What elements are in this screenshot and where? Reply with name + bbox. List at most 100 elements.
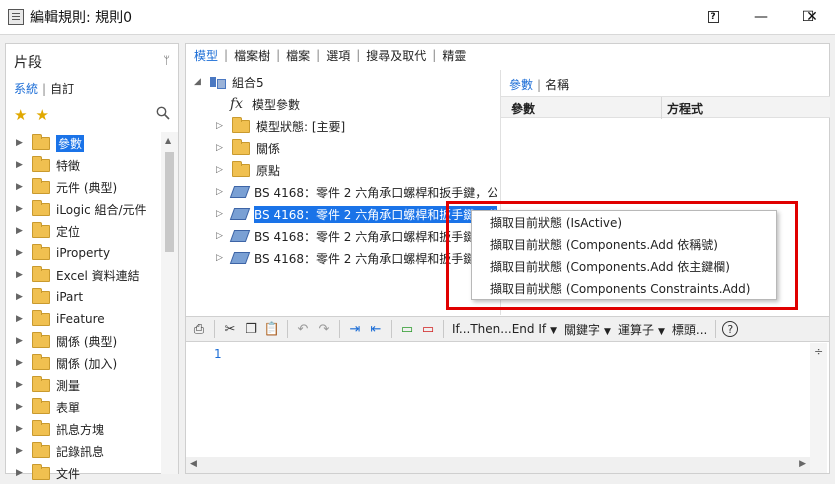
folder-icon bbox=[32, 441, 50, 458]
tab-files[interactable]: 檔案 bbox=[286, 47, 310, 64]
outdent-icon[interactable]: ⇤ bbox=[367, 320, 385, 338]
tab-model[interactable]: 模型 bbox=[194, 47, 218, 64]
main-tabs: 模型 | 檔案樹 | 檔案 | 選項 | 搜尋及取代 | 精靈 bbox=[194, 47, 467, 64]
comment-icon[interactable]: ▭ bbox=[398, 320, 416, 338]
star-add-icon[interactable]: ★ bbox=[35, 106, 56, 124]
cut-icon[interactable]: ✂ bbox=[221, 320, 239, 338]
snippet-item[interactable]: ▶ 定位 bbox=[6, 220, 161, 242]
keywords-dropdown[interactable]: 關鍵字 ▼ bbox=[562, 321, 613, 338]
editor-vertical-scrollbar[interactable]: ÷ bbox=[810, 343, 827, 473]
scroll-up-icon[interactable]: ▲ bbox=[165, 136, 171, 145]
split-icon[interactable]: ÷ bbox=[814, 345, 823, 358]
chevron-down-icon[interactable]: ◢ bbox=[194, 77, 210, 87]
chevron-right-icon[interactable]: ▶ bbox=[16, 424, 32, 434]
chevron-right-icon[interactable]: ▶ bbox=[16, 468, 32, 478]
tab-names[interactable]: 名稱 bbox=[545, 78, 569, 92]
code-editor[interactable]: 1 ÷ ◀ ▶ bbox=[186, 343, 829, 473]
tree-node[interactable]: fx 模型參數 bbox=[230, 94, 300, 114]
folder-icon bbox=[32, 287, 50, 304]
chevron-right-icon[interactable]: ▶ bbox=[16, 358, 32, 368]
folder-icon bbox=[32, 243, 50, 260]
scroll-right-icon[interactable]: ▶ bbox=[799, 459, 806, 469]
chevron-right-icon[interactable]: ▶ bbox=[16, 336, 32, 346]
snippet-item[interactable]: ▶ 測量 bbox=[6, 374, 161, 396]
snippet-item[interactable]: ▶ 記錄訊息 bbox=[6, 440, 161, 462]
chevron-right-icon[interactable]: ▶ bbox=[16, 314, 32, 324]
favorites-toolbar: ★★ bbox=[14, 106, 57, 124]
chevron-right-icon[interactable]: ▶ bbox=[16, 160, 32, 170]
snippet-item[interactable]: ▶ iFeature bbox=[6, 308, 161, 330]
ifthen-dropdown[interactable]: If...Then...End If ▼ bbox=[450, 322, 559, 336]
chevron-right-icon[interactable]: ▷ bbox=[216, 121, 232, 131]
tab-search-replace[interactable]: 搜尋及取代 bbox=[366, 47, 426, 64]
tab-wizards[interactable]: 精靈 bbox=[442, 47, 466, 64]
snippets-tabs: 系統 | 自訂 bbox=[14, 82, 75, 96]
folder-icon bbox=[32, 463, 50, 480]
snippet-item[interactable]: ▶ 文件 bbox=[6, 462, 161, 484]
editor-horizontal-scrollbar[interactable]: ◀ ▶ bbox=[186, 457, 810, 473]
tree-node[interactable]: ▷ 關係 bbox=[216, 138, 280, 158]
snippet-item[interactable]: ▶ Excel 資料連結 bbox=[6, 264, 161, 286]
title-button[interactable]: 標頭... bbox=[670, 321, 709, 338]
part-icon bbox=[229, 186, 251, 198]
tab-file-tree[interactable]: 檔案樹 bbox=[234, 47, 270, 64]
chevron-right-icon[interactable]: ▶ bbox=[16, 402, 32, 412]
minimize-button[interactable]: — bbox=[738, 0, 784, 34]
undo-icon[interactable]: ↶ bbox=[294, 320, 312, 338]
chevron-right-icon[interactable]: ▶ bbox=[16, 270, 32, 280]
tab-params[interactable]: 參數 bbox=[509, 78, 533, 92]
folder-icon bbox=[32, 397, 50, 414]
help-button[interactable]: ? bbox=[690, 0, 736, 34]
snippet-item[interactable]: ▶ iProperty bbox=[6, 242, 161, 264]
redo-icon[interactable]: ↷ bbox=[315, 320, 333, 338]
rule-editor-icon bbox=[8, 9, 24, 25]
tab-options[interactable]: 選項 bbox=[326, 47, 350, 64]
folder-icon bbox=[32, 199, 50, 216]
indent-icon[interactable]: ⇥ bbox=[346, 320, 364, 338]
tree-node[interactable]: ◢ 組合5 bbox=[194, 72, 264, 92]
copy-icon[interactable]: ❐ bbox=[242, 320, 260, 338]
chevron-right-icon[interactable]: ▶ bbox=[16, 380, 32, 390]
help-icon[interactable]: ? bbox=[722, 321, 739, 337]
snippet-item[interactable]: ▶ 參數 bbox=[6, 132, 161, 154]
snippet-item[interactable]: ▶ 表單 bbox=[6, 396, 161, 418]
close-button[interactable]: ✕ bbox=[789, 0, 835, 34]
snippet-item[interactable]: ▶ 元件 (典型) bbox=[6, 176, 161, 198]
chevron-right-icon[interactable]: ▶ bbox=[16, 292, 32, 302]
tab-custom[interactable]: 自訂 bbox=[50, 82, 74, 96]
chevron-right-icon[interactable]: ▶ bbox=[16, 138, 32, 148]
snippet-item[interactable]: ▶ 關係 (典型) bbox=[6, 330, 161, 352]
title-bar: 編輯規則: 規則0 ? — ☐ ✕ bbox=[0, 0, 835, 34]
pin-icon[interactable]: ᛘ bbox=[163, 54, 170, 67]
snippet-item[interactable]: ▶ iLogic 組合/元件 bbox=[6, 198, 161, 220]
tree-node[interactable]: ▷ BS 4168：零件 2 六角承口螺桿和扳手鍵，公制 bbox=[216, 182, 497, 202]
tree-node[interactable]: ▷ 原點 bbox=[216, 160, 280, 180]
chevron-right-icon[interactable]: ▶ bbox=[16, 248, 32, 258]
uncomment-icon[interactable]: ▭ bbox=[419, 320, 437, 338]
print-icon[interactable]: ⎙ bbox=[190, 320, 208, 338]
chevron-right-icon[interactable]: ▷ bbox=[216, 143, 232, 153]
paste-icon[interactable]: 📋 bbox=[263, 320, 281, 338]
search-icon[interactable] bbox=[156, 106, 170, 120]
chevron-right-icon[interactable]: ▷ bbox=[216, 165, 232, 175]
snippet-item[interactable]: ▶ iPart bbox=[6, 286, 161, 308]
snippet-item[interactable]: ▶ 關係 (加入) bbox=[6, 352, 161, 374]
star-icon[interactable]: ★ bbox=[14, 106, 35, 124]
snippets-panel: 片段 ᛘ 系統 | 自訂 ★★ ▶ 參數 ▶ 特徵 ▶ 元件 (典型) ▶ iLogic 組… bbox=[5, 43, 179, 481]
chevron-right-icon[interactable]: ▶ bbox=[16, 226, 32, 236]
folder-icon bbox=[32, 155, 50, 172]
snippet-item[interactable]: ▶ 特徵 bbox=[6, 154, 161, 176]
column-header-parameter[interactable]: 參數 bbox=[511, 100, 535, 117]
chevron-right-icon[interactable]: ▶ bbox=[16, 204, 32, 214]
snippets-scrollbar[interactable]: ▲ bbox=[161, 132, 178, 474]
scroll-left-icon[interactable]: ◀ bbox=[190, 459, 197, 469]
tab-system[interactable]: 系統 bbox=[14, 82, 38, 96]
part-icon bbox=[229, 230, 251, 242]
snippet-item[interactable]: ▶ 訊息方塊 bbox=[6, 418, 161, 440]
column-header-equation[interactable]: 方程式 bbox=[667, 100, 703, 117]
chevron-right-icon[interactable]: ▶ bbox=[16, 446, 32, 456]
scrollbar-thumb[interactable] bbox=[165, 152, 174, 252]
chevron-right-icon[interactable]: ▶ bbox=[16, 182, 32, 192]
operators-dropdown[interactable]: 運算子 ▼ bbox=[616, 321, 667, 338]
tree-node[interactable]: ▷ 模型狀態: [主要] bbox=[216, 116, 345, 136]
